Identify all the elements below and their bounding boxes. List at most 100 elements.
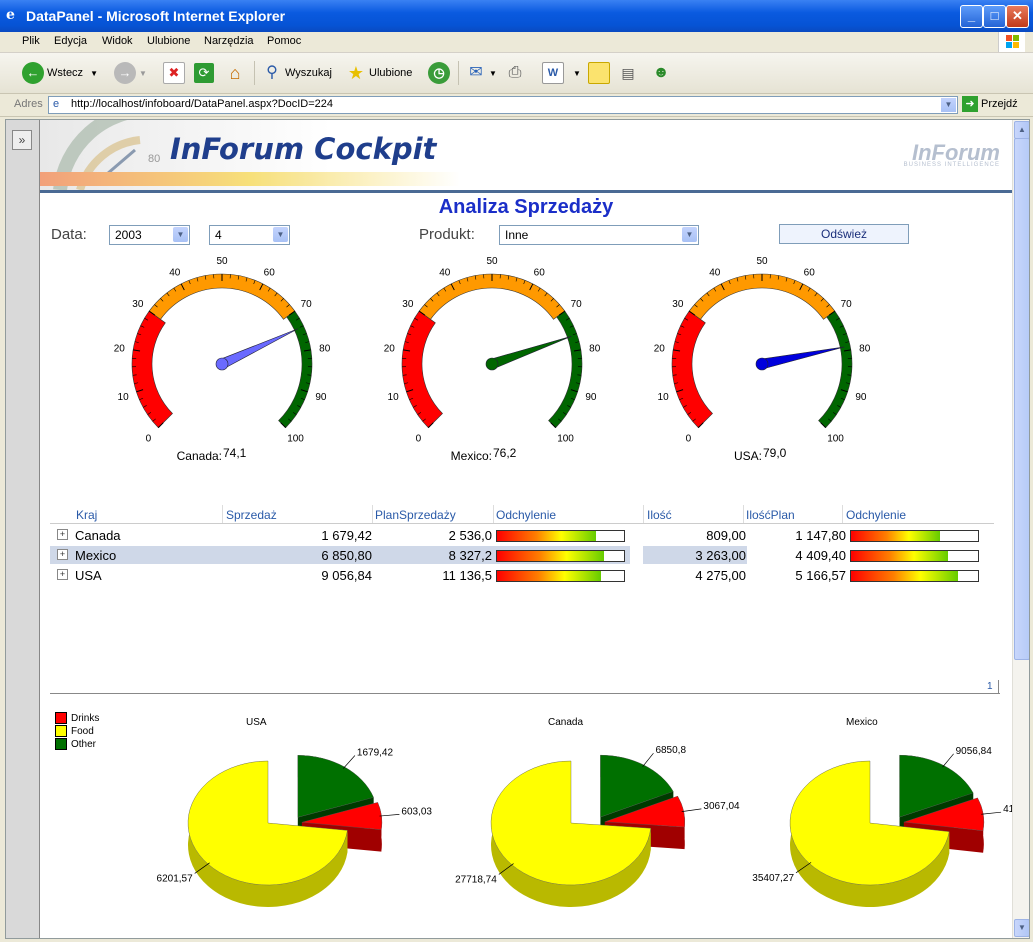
close-button[interactable]: ✕ [1006, 5, 1029, 28]
pie-label-leader [343, 755, 356, 769]
col-header-quantity-plan[interactable]: IlośćPlan [746, 508, 795, 522]
maximize-button[interactable]: □ [983, 5, 1006, 28]
deviation-bar-fill [497, 531, 597, 541]
menu-file[interactable]: Plik [22, 35, 40, 47]
table-row[interactable]: + Mexico 6 850,80 8 327,2 3 263,00 4 409,40 [50, 546, 994, 564]
gauge-band [671, 310, 713, 429]
gauge-tick-label: 20 [384, 344, 396, 355]
gauge-hub [755, 357, 769, 371]
cell-quantity: 3 263,00 [695, 548, 746, 563]
pager-page-1[interactable]: 1 [987, 681, 993, 692]
home-icon: ⌂ [229, 63, 241, 83]
col-header-deviation[interactable]: Odchylenie [496, 508, 556, 522]
table-row[interactable]: + Canada 1 679,42 2 536,0 809,00 1 147,80 [50, 526, 994, 544]
stop-button[interactable]: ✖ [163, 61, 185, 85]
expand-row-icon[interactable]: + [57, 529, 68, 540]
gauge-tick-label: 30 [132, 299, 144, 310]
cell-quantity: 4 275,00 [695, 568, 746, 583]
messenger-button[interactable]: ☻ [651, 61, 671, 85]
product-select[interactable]: Inne ▼ [499, 225, 699, 245]
refresh-data-button[interactable]: Odśwież [779, 224, 909, 244]
edit-dropdown-icon[interactable]: ▼ [573, 69, 581, 78]
gauge-tick-label: 100 [827, 434, 844, 445]
favorites-button[interactable]: ★ Ulubione [346, 61, 413, 85]
gauge-tick-label: 60 [804, 267, 816, 278]
pie-label-leader [942, 753, 954, 768]
gauge-tick-label: 60 [534, 267, 546, 278]
cell-quantity-plan: 5 166,57 [795, 568, 846, 583]
forward-button[interactable]: → ▼ [114, 61, 147, 85]
gauge-value: 79,0 [763, 446, 787, 460]
address-dropdown-icon[interactable]: ▼ [941, 98, 956, 112]
gauge-usa: 0 10 20 30 40 50 60 70 80 90 100 USA: 79,0 [654, 256, 871, 463]
gauge-tick-label: 30 [672, 299, 684, 310]
col-header-quantity[interactable]: Ilość [647, 508, 672, 522]
forward-dropdown-icon[interactable]: ▼ [139, 69, 147, 78]
back-dropdown-icon[interactable]: ▼ [90, 69, 98, 78]
edit-button[interactable]: W ▼ [542, 61, 581, 85]
stop-icon: ✖ [163, 62, 185, 84]
gauge-tick-label: 50 [756, 256, 768, 267]
vertical-scrollbar[interactable]: ▲ ▼ [1012, 120, 1029, 938]
pie-value-label: 35407,27 [752, 873, 794, 884]
menu-edit[interactable]: Edycja [54, 35, 87, 47]
toolbar-separator [458, 61, 459, 85]
minimize-button[interactable]: _ [960, 5, 983, 28]
pie-value-label: 9056,84 [956, 746, 993, 757]
address-input[interactable]: e http://localhost/infoboard/DataPanel.a… [48, 96, 958, 114]
quantity-deviation-bar [850, 570, 979, 582]
col-header-sales[interactable]: Sprzedaż [226, 508, 277, 522]
deviation-bar-fill [497, 571, 602, 581]
gauge-band [818, 310, 853, 429]
col-divider [493, 505, 494, 523]
quantity-deviation-bar-fill [851, 571, 958, 581]
col-divider [372, 505, 373, 523]
go-label: Przejdź [981, 98, 1018, 110]
discuss-button[interactable] [588, 61, 610, 85]
home-button[interactable]: ⌂ [225, 61, 245, 85]
scroll-down-icon[interactable]: ▼ [1014, 919, 1029, 937]
menu-view[interactable]: Widok [102, 35, 133, 47]
gauge-tick-label: 70 [571, 299, 583, 310]
month-select[interactable]: 4 ▼ [209, 225, 290, 245]
scroll-up-icon[interactable]: ▲ [1014, 121, 1029, 139]
gauge-tick-label: 10 [388, 392, 400, 403]
pie-chart-usa: USA 1679,42 603,03 6201,57 [157, 717, 432, 907]
col-header-quantity-deviation[interactable]: Odchylenie [846, 508, 906, 522]
gauge-needle [219, 328, 299, 369]
research-button[interactable]: ▤ [618, 61, 638, 85]
menu-favorites[interactable]: Ulubione [147, 35, 190, 47]
search-button[interactable]: ⚲ Wyszukaj [262, 61, 332, 85]
mail-dropdown-icon[interactable]: ▼ [489, 69, 497, 78]
year-select[interactable]: 2003 ▼ [109, 225, 190, 245]
forward-arrow-icon: → [114, 62, 136, 84]
col-header-country[interactable]: Kraj [76, 508, 97, 522]
pie-value-label: 6850,8 [655, 745, 686, 756]
col-divider [222, 505, 223, 523]
back-button[interactable]: ← Wstecz ▼ [22, 61, 98, 85]
go-button[interactable]: ➜ Przejdź [962, 96, 1018, 112]
scroll-thumb[interactable] [1014, 138, 1029, 660]
banner-stripe [40, 172, 460, 186]
gauges-panel: 0102030405060708090100Canada: 74,10102030… [114, 256, 871, 463]
window-titlebar[interactable]: e DataPanel - Microsoft Internet Explore… [0, 0, 1033, 32]
table-row[interactable]: + USA 9 056,84 11 136,5 4 275,00 5 166,57 [50, 566, 994, 584]
expand-panel-button[interactable]: » [12, 130, 32, 150]
refresh-button[interactable]: ⟳ [194, 61, 214, 85]
cell-country: USA [75, 568, 102, 583]
print-button[interactable]: ⎙ [505, 61, 525, 85]
banner-title: InForum Cockpit [170, 132, 437, 166]
pie-label-leader [379, 814, 400, 817]
menu-help[interactable]: Pomoc [267, 35, 301, 47]
expand-row-icon[interactable]: + [57, 549, 68, 560]
history-button[interactable]: ◷ [428, 61, 450, 85]
gauge-mexico: 0 10 20 30 40 50 60 70 80 90 100 Mexico: 76,2 [384, 256, 601, 463]
gauge-needle [760, 346, 845, 370]
search-label: Wyszukaj [285, 67, 332, 79]
expand-row-icon[interactable]: + [57, 569, 68, 580]
gauge-tick-label: 100 [557, 434, 574, 445]
mail-button[interactable]: ✉ ▼ [466, 61, 497, 85]
menu-tools[interactable]: Narzędzia [204, 35, 254, 47]
col-header-plan[interactable]: PlanSprzedaży [375, 508, 456, 522]
toolbar: ← Wstecz ▼ → ▼ ✖ ⟳ ⌂ ⚲ Wyszukaj ★ Ulubio… [0, 53, 1033, 94]
